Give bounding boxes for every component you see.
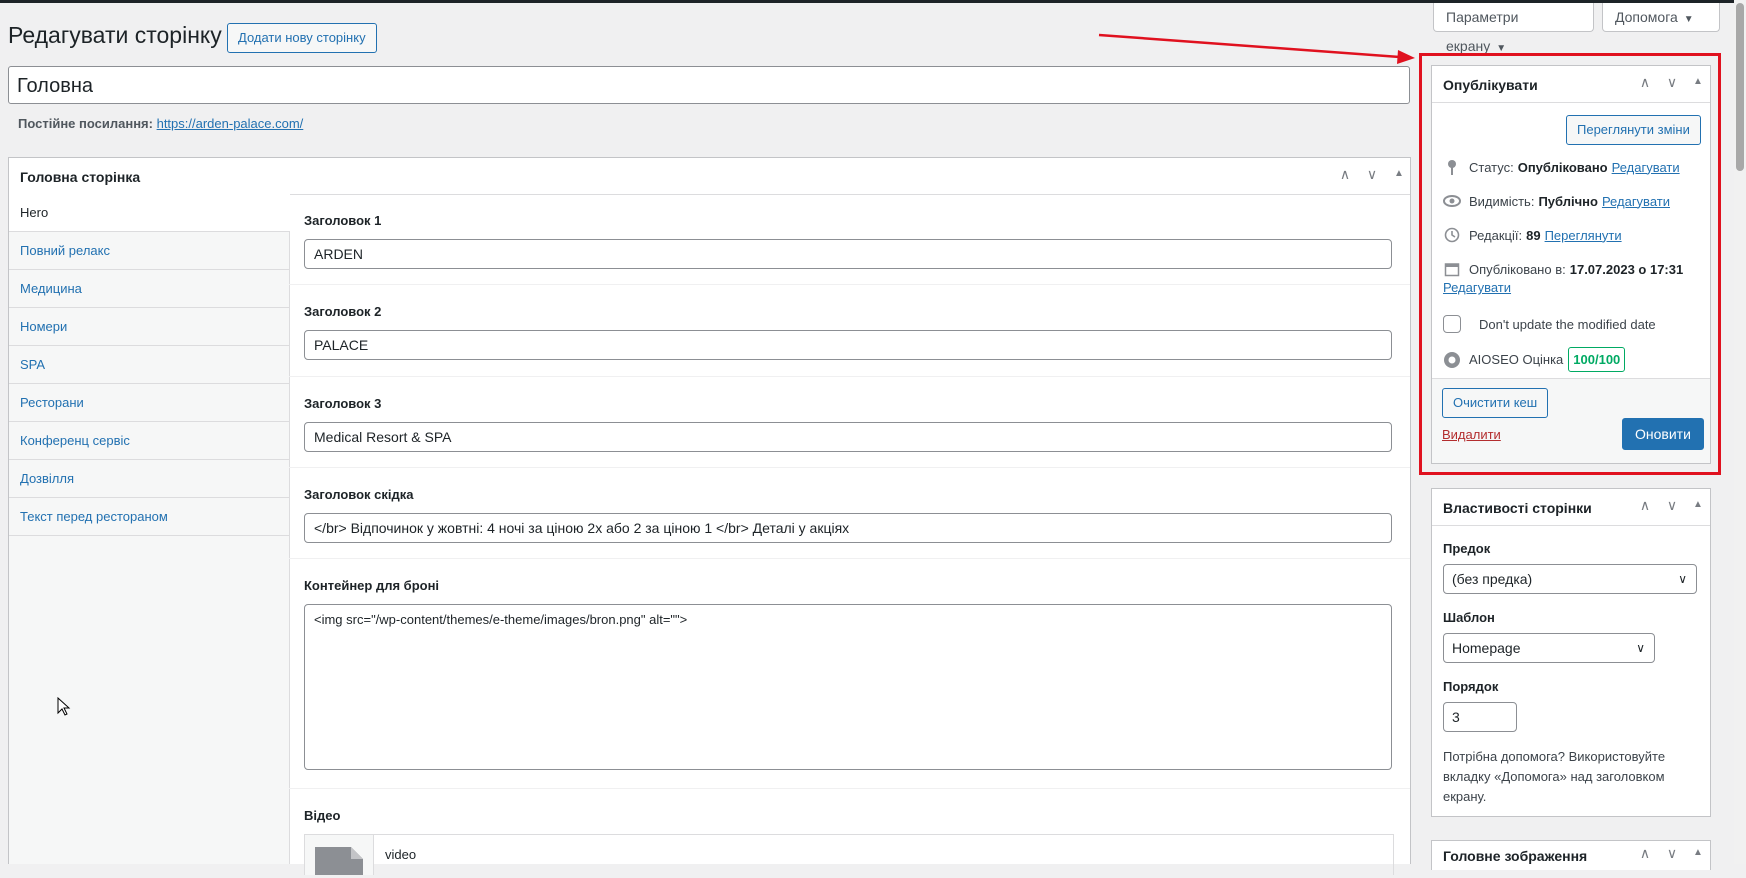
page-scrollbar[interactable] — [1734, 0, 1746, 864]
annotation-arrow — [1098, 33, 1415, 64]
scrollbar-thumb[interactable] — [1736, 3, 1744, 171]
mouse-cursor-icon — [57, 697, 71, 716]
